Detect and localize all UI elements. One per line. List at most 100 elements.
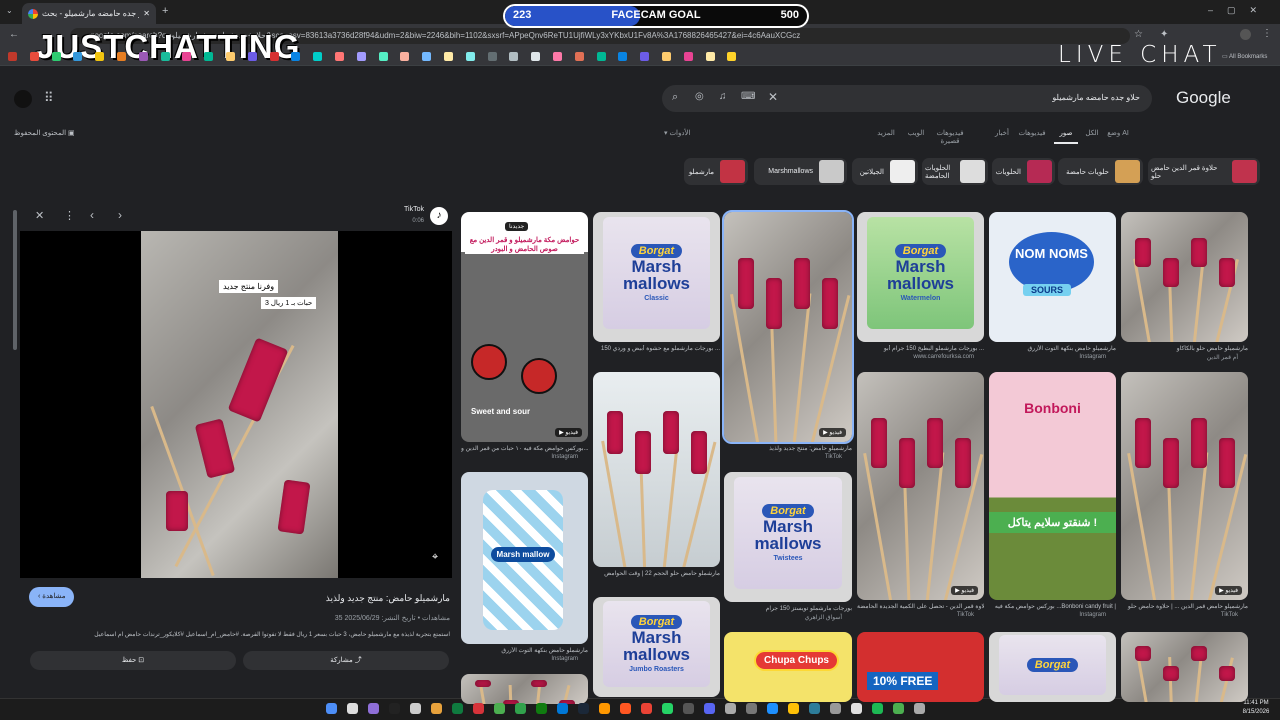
bookmark-icon[interactable] xyxy=(531,52,541,61)
result-source[interactable]: Instagram xyxy=(461,454,578,460)
taskbar-app-icon[interactable] xyxy=(872,703,883,714)
taskbar-app-icon[interactable] xyxy=(473,703,484,714)
image-result[interactable]: Borgat Marsh mallows Watermelon xyxy=(857,212,984,342)
prev-image-icon[interactable]: ‹ xyxy=(90,208,94,222)
result-caption[interactable]: بورجات مارشملو البطيخ 150 جرام أبو ... xyxy=(857,345,984,352)
keyboard-icon[interactable]: ⌨ xyxy=(741,91,755,102)
tab-close-icon[interactable]: ✕ xyxy=(143,9,150,18)
taskbar-app-icon[interactable] xyxy=(683,703,694,714)
image-result[interactable]: Borgat Marsh mallows Twistees xyxy=(724,472,852,602)
bookmark-icon[interactable] xyxy=(378,52,388,61)
result-caption[interactable]: بورجات مارشملو تويستز 150 جرام xyxy=(724,605,852,612)
google-logo[interactable]: Google xyxy=(1176,88,1231,108)
taskbar-app-icon[interactable] xyxy=(578,703,589,714)
tab-5[interactable]: فيديوهات قصيرة xyxy=(930,129,970,145)
result-caption[interactable]: مارشميلو حامض قمر الدين ... | حلاوة حامض… xyxy=(1121,603,1248,610)
bookmark-icon[interactable] xyxy=(727,52,737,61)
extensions-icon[interactable]: ✦ xyxy=(1160,29,1168,40)
taskbar-app-icon[interactable] xyxy=(494,703,505,714)
taskbar-app-icon[interactable] xyxy=(704,703,715,714)
bookmark-icon[interactable] xyxy=(574,52,584,61)
window-controls[interactable]: –▢✕ xyxy=(1208,5,1271,16)
result-source[interactable]: أم قمر الدين xyxy=(1121,354,1238,361)
image-result[interactable]: حوامض مكة مارشميلو و قمر الدين مع صوص ال… xyxy=(461,212,588,442)
bookmark-icon[interactable] xyxy=(335,52,344,61)
next-image-icon[interactable]: › xyxy=(118,208,122,222)
taskbar-app-icon[interactable] xyxy=(914,703,925,714)
image-result[interactable] xyxy=(1121,632,1248,702)
bookmark-icon[interactable] xyxy=(618,52,628,61)
bookmark-icon[interactable] xyxy=(465,52,475,61)
result-source[interactable]: TikTok xyxy=(724,454,842,460)
profile-avatar[interactable] xyxy=(1240,29,1251,40)
clear-search-icon[interactable]: ✕ xyxy=(768,90,778,104)
image-result[interactable]: Borgat Marsh mallows Jumbo Roasters xyxy=(593,597,720,697)
bookmark-icon[interactable] xyxy=(204,52,214,61)
bookmark-icon[interactable] xyxy=(313,52,323,61)
result-caption[interactable]: حلاوة قمر الدين - تحصل على الكمية الجديد… xyxy=(857,603,984,610)
visual-search-icon[interactable]: ⌖ xyxy=(432,551,438,564)
result-caption[interactable]: مارشميلو حامض: منتج جديد ولذيذ xyxy=(724,445,852,452)
bookmark-icon[interactable] xyxy=(640,52,650,61)
tab-4[interactable]: أخبار xyxy=(982,129,1022,137)
taskbar-app-icon[interactable] xyxy=(746,703,757,714)
bookmark-icon[interactable] xyxy=(553,52,562,61)
bookmark-icon[interactable] xyxy=(51,52,61,61)
bookmark-icon[interactable] xyxy=(117,52,126,61)
image-result[interactable]: Marsh mallow xyxy=(461,472,588,644)
result-caption[interactable]: بوركس حوامض مكة فيه ١٠ حبات من قمر الدين… xyxy=(461,445,588,452)
bookmark-icon[interactable] xyxy=(509,52,519,61)
bookmark-icon[interactable] xyxy=(422,52,432,61)
taskbar-app-icon[interactable] xyxy=(641,703,652,714)
result-caption[interactable]: مارشملو حامض بنكهة التوت الأزرق xyxy=(461,647,588,654)
bookmark-icon[interactable] xyxy=(182,52,192,61)
result-source[interactable]: www.carrefourksa.com xyxy=(857,354,974,360)
related-chip[interactable]: Marshmallows xyxy=(754,158,847,185)
result-source[interactable]: Instagram xyxy=(989,612,1106,618)
share-button[interactable]: مشاركة ⤴ xyxy=(243,651,449,670)
tab-7[interactable]: المزيد xyxy=(866,129,906,137)
bookmark-icon[interactable] xyxy=(247,52,257,61)
result-caption[interactable]: بوركس حوامض مكة فيه ...Bonboni candy fru… xyxy=(989,603,1116,610)
taskbar-app-icon[interactable] xyxy=(788,703,799,714)
taskbar-app-icon[interactable] xyxy=(557,703,568,714)
image-result[interactable]: ▶ فيديو xyxy=(722,210,854,444)
taskbar-app-icon[interactable] xyxy=(389,703,400,714)
taskbar-app-icon[interactable] xyxy=(851,703,862,714)
image-result[interactable] xyxy=(593,372,720,567)
result-source[interactable]: TikTok xyxy=(857,612,974,618)
chrome-menu-icon[interactable]: ⋮ xyxy=(1262,28,1272,39)
close-viewer-icon[interactable]: ✕ xyxy=(35,209,44,222)
bookmark-icon[interactable] xyxy=(226,52,235,61)
tab-search-icon[interactable]: ⌄ xyxy=(6,6,13,15)
image-result[interactable]: Bonboni شنقتو سلايم يتاكل ! xyxy=(989,372,1116,600)
more-options-icon[interactable]: ⋮ xyxy=(64,209,75,222)
taskbar-app-icon[interactable] xyxy=(599,703,610,714)
search-icon[interactable]: ⌕ xyxy=(672,91,678,104)
taskbar-app-icon[interactable] xyxy=(830,703,841,714)
all-bookmarks[interactable]: ▭ All Bookmarks xyxy=(1222,53,1267,60)
visit-button[interactable]: ‹ مشاهدة xyxy=(29,587,75,607)
related-chip[interactable]: حلويات حامضة xyxy=(1058,158,1143,185)
result-source[interactable]: Instagram xyxy=(989,354,1106,360)
tab-2[interactable]: صور xyxy=(1046,129,1086,144)
taskbar-app-icon[interactable] xyxy=(536,703,547,714)
apps-grid-icon[interactable]: ⠿ xyxy=(44,90,54,106)
image-result[interactable]: Borgat Marsh mallows Classic xyxy=(593,212,720,342)
browser-tab[interactable]: حلاو جده حامضه مارشميلو - بحث Go ✕ xyxy=(22,3,156,24)
taskbar-app-icon[interactable] xyxy=(725,703,736,714)
image-result[interactable]: Borgat xyxy=(989,632,1116,702)
viewer-scrollbar[interactable] xyxy=(13,210,17,350)
result-source[interactable]: أسواق الزاهري xyxy=(724,614,842,621)
related-chip[interactable]: الحلويات الحامضة xyxy=(922,158,988,185)
image-result[interactable]: Chupa Chups xyxy=(724,632,852,702)
bookmark-star-icon[interactable]: ☆ xyxy=(1134,29,1143,40)
result-caption[interactable]: مارشميلو حامض حلو بالكاكاو xyxy=(1121,345,1248,352)
lens-icon[interactable]: ◎ xyxy=(695,91,704,102)
image-result[interactable] xyxy=(1121,212,1248,342)
search-query[interactable]: حلاو جده حامضه مارشميلو xyxy=(1052,93,1140,102)
related-chip[interactable]: مارشملو xyxy=(684,158,748,185)
taskbar-app-icon[interactable] xyxy=(410,703,421,714)
bookmark-icon[interactable] xyxy=(291,52,301,61)
taskbar-app-icon[interactable] xyxy=(893,703,904,714)
